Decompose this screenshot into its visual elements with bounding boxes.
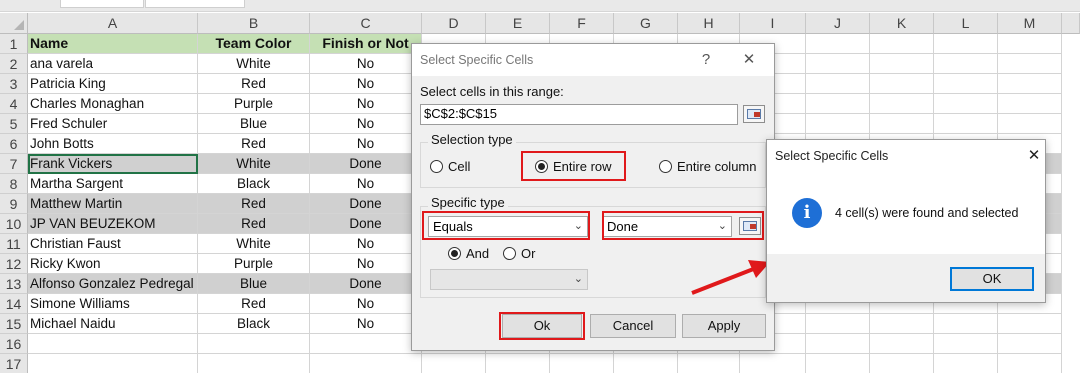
result-dialog: Select Specific Cells ✕ i 4 cell(s) were… <box>766 139 1046 303</box>
result-ok-button[interactable]: OK <box>950 267 1034 291</box>
close-button[interactable]: ✕ <box>1021 140 1047 172</box>
excel-window: { "spreadsheet": { "columns": ["A","B","… <box>0 0 1080 373</box>
info-icon: i <box>792 198 822 228</box>
result-message: 4 cell(s) were found and selected <box>835 206 1019 220</box>
result-dialog-title: Select Specific Cells <box>767 140 1045 172</box>
